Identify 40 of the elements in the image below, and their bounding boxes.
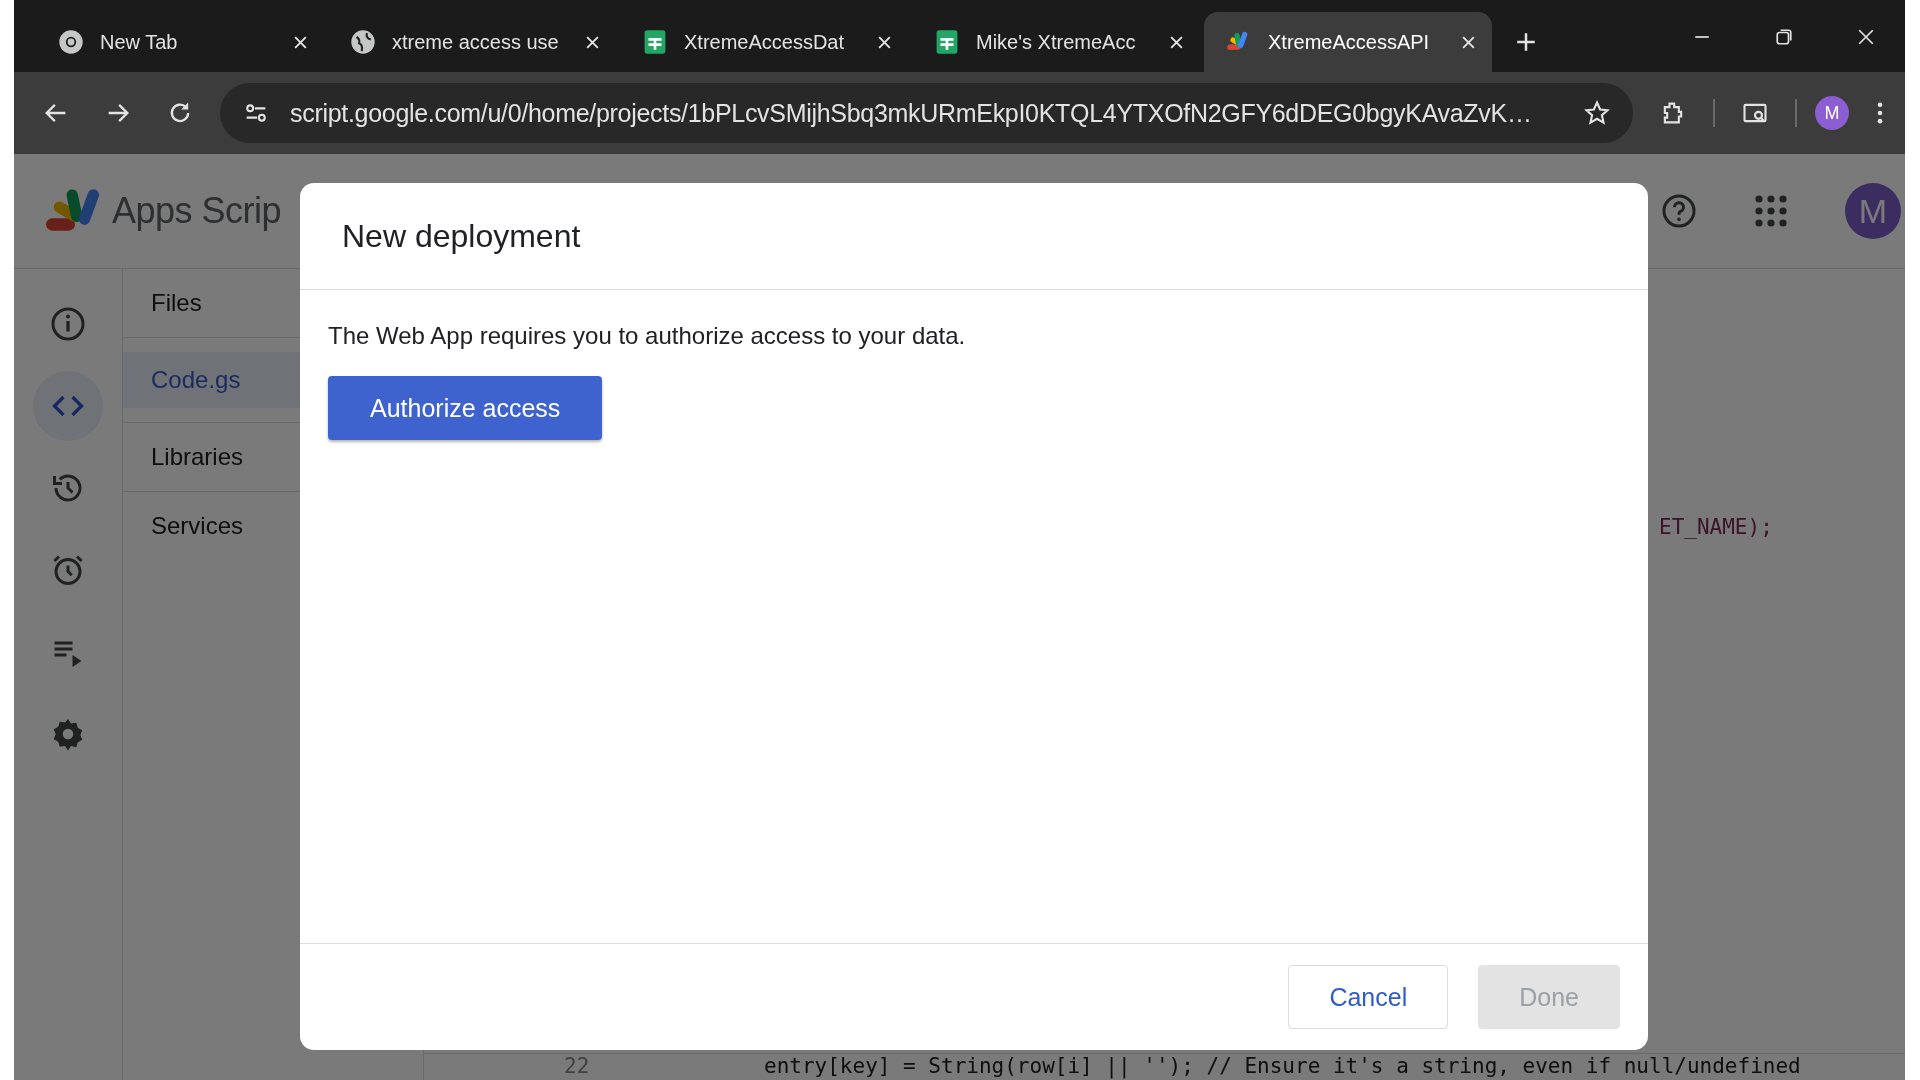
tab-title: Mike's XtremeAcc [976, 30, 1137, 54]
profile-avatar[interactable]: M [1815, 96, 1849, 130]
restore-icon[interactable] [1775, 28, 1793, 46]
tab-title: New Tab [100, 30, 179, 54]
dialog-title: New deployment [342, 217, 581, 255]
app-name: Apps Scrip [112, 190, 282, 232]
code-line: entry[key] = String(row[i] || ''); // Ensure it's a string, even if null/undefined [763, 1054, 1801, 1080]
bookmark-star-icon[interactable] [1583, 99, 1611, 127]
browser-tab[interactable]: xtreme access use [328, 12, 616, 72]
dialog-message: The Web App requires you to authorize access to your data. [328, 322, 967, 350]
close-icon[interactable] [293, 34, 308, 50]
files-heading: Files [151, 289, 202, 317]
url-text: script.google.com/u/0/home/projects/1bPLcvSMijhSbq3mkURmEkpI0KTQL4YTXOfN2GFY6dDEG0bgyKAvaZvK… [290, 98, 1533, 128]
close-icon[interactable] [585, 34, 600, 50]
close-icon[interactable] [1461, 34, 1476, 50]
authorize-button[interactable]: Authorize access [328, 376, 603, 440]
close-icon[interactable] [1169, 34, 1184, 50]
browser-tab[interactable]: XtremeAccessAPI [1204, 12, 1492, 72]
tab-title: XtremeAccessDat [684, 30, 846, 54]
spreadsheet-icon [642, 29, 668, 55]
tab-title: xtreme access use [392, 30, 560, 54]
line-number: 22 [563, 1054, 591, 1080]
cancel-button[interactable]: Cancel [1288, 965, 1449, 1029]
tab-title: XtremeAccessAPI [1268, 30, 1431, 54]
browser-tab[interactable]: New Tab [36, 12, 324, 72]
new-tab-icon[interactable] [1516, 32, 1536, 52]
chrome-icon [58, 29, 84, 55]
apps-grid-icon[interactable] [1753, 193, 1789, 229]
browser-tab[interactable]: XtremeAccessDat [620, 12, 908, 72]
address-bar[interactable]: script.google.com/u/0/home/projects/1bPLcvSMijhSbq3mkURmEkpI0KTQL4YTXOfN2GFY6dDEG0bgyKAvaZvK… [220, 83, 1633, 143]
close-icon[interactable] [1857, 28, 1875, 46]
globe-icon [350, 29, 376, 55]
spreadsheet-icon [934, 29, 960, 55]
help-icon[interactable] [1661, 193, 1697, 229]
section-heading[interactable]: Services [151, 512, 244, 540]
section-heading[interactable]: Libraries [151, 443, 244, 471]
code-line: ET_NAME); [1659, 515, 1773, 539]
info-icon [50, 306, 86, 342]
close-icon[interactable] [877, 34, 892, 50]
browser-tab[interactable]: Mike's XtremeAcc [912, 12, 1200, 72]
